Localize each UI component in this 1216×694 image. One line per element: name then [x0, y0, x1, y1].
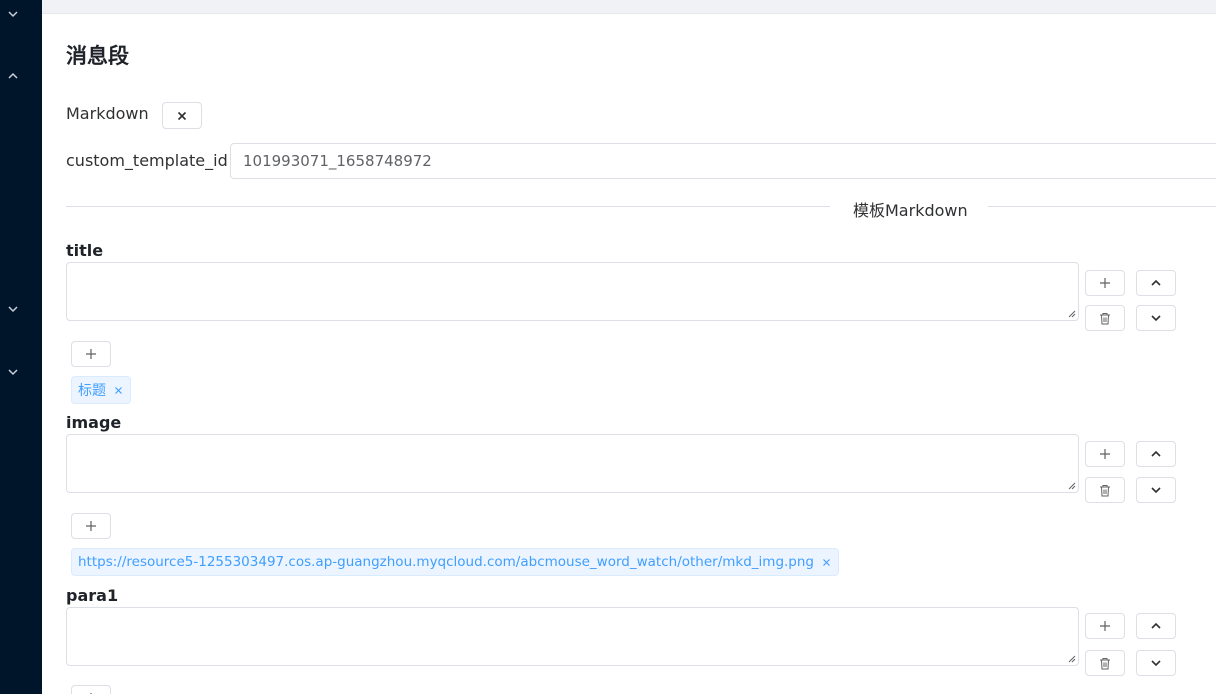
add-button[interactable]: [1085, 441, 1125, 467]
field-label-para1: para1: [66, 586, 119, 605]
chevron-up-icon: [1151, 279, 1161, 286]
page-title: 消息段: [66, 44, 129, 68]
delete-button[interactable]: [1085, 305, 1125, 331]
divider-title: 模板Markdown: [853, 201, 968, 220]
markdown-clear-button[interactable]: [162, 102, 202, 129]
move-down-button[interactable]: [1136, 650, 1176, 676]
chevron-down-icon[interactable]: [6, 302, 20, 316]
plus-icon: [86, 521, 96, 531]
trash-icon: [1100, 312, 1110, 324]
add-button[interactable]: [1085, 270, 1125, 296]
move-down-button[interactable]: [1136, 477, 1176, 503]
trash-icon: [1100, 657, 1110, 669]
resize-grip-icon[interactable]: [1066, 480, 1076, 490]
move-up-button[interactable]: [1136, 441, 1176, 467]
tag-label: https://resource5-1255303497.cos.ap-guan…: [78, 554, 815, 570]
markdown-label: Markdown: [66, 104, 149, 123]
divider-line-right: [988, 206, 1216, 207]
top-bar: [42, 0, 1216, 14]
custom-template-id-input[interactable]: 101993071_1658748972: [230, 143, 1216, 179]
plus-icon: [1100, 449, 1110, 459]
move-up-button[interactable]: [1136, 613, 1176, 639]
resize-grip-icon[interactable]: [1066, 653, 1076, 663]
chevron-down-icon[interactable]: [6, 365, 20, 379]
close-icon: [177, 111, 187, 120]
sidebar: [0, 0, 42, 694]
chevron-down-icon: [1151, 660, 1161, 667]
close-icon[interactable]: [820, 556, 832, 568]
custom-template-id-label: custom_template_id: [66, 151, 228, 170]
main-content: 消息段 Markdown custom_template_id 10199307…: [42, 14, 1216, 694]
delete-button[interactable]: [1085, 477, 1125, 503]
move-up-button[interactable]: [1136, 270, 1176, 296]
image-textarea[interactable]: [66, 434, 1079, 493]
delete-button[interactable]: [1085, 650, 1125, 676]
add-tag-button[interactable]: [71, 341, 111, 367]
add-tag-button[interactable]: [71, 513, 111, 539]
tag: 标题: [71, 376, 131, 404]
close-icon[interactable]: [112, 384, 124, 396]
chevron-up-icon[interactable]: [6, 69, 20, 83]
title-textarea[interactable]: [66, 262, 1079, 321]
divider-line-left: [66, 206, 830, 207]
field-label-title: title: [66, 241, 104, 260]
plus-icon: [86, 349, 96, 359]
trash-icon: [1100, 484, 1110, 496]
para1-textarea[interactable]: [66, 607, 1079, 666]
chevron-up-icon: [1151, 450, 1161, 457]
add-button[interactable]: [1085, 613, 1125, 639]
chevron-down-icon: [1151, 487, 1161, 494]
plus-icon: [1100, 278, 1110, 288]
tag-label: 标题: [78, 383, 106, 399]
field-label-image: image: [66, 413, 122, 432]
move-down-button[interactable]: [1136, 305, 1176, 331]
tag: https://resource5-1255303497.cos.ap-guan…: [71, 548, 840, 576]
add-tag-button[interactable]: [71, 685, 111, 694]
plus-icon: [1100, 621, 1110, 631]
chevron-down-icon: [1151, 315, 1161, 322]
chevron-up-icon: [1151, 622, 1161, 629]
resize-grip-icon[interactable]: [1066, 308, 1076, 318]
chevron-down-icon[interactable]: [6, 7, 20, 21]
